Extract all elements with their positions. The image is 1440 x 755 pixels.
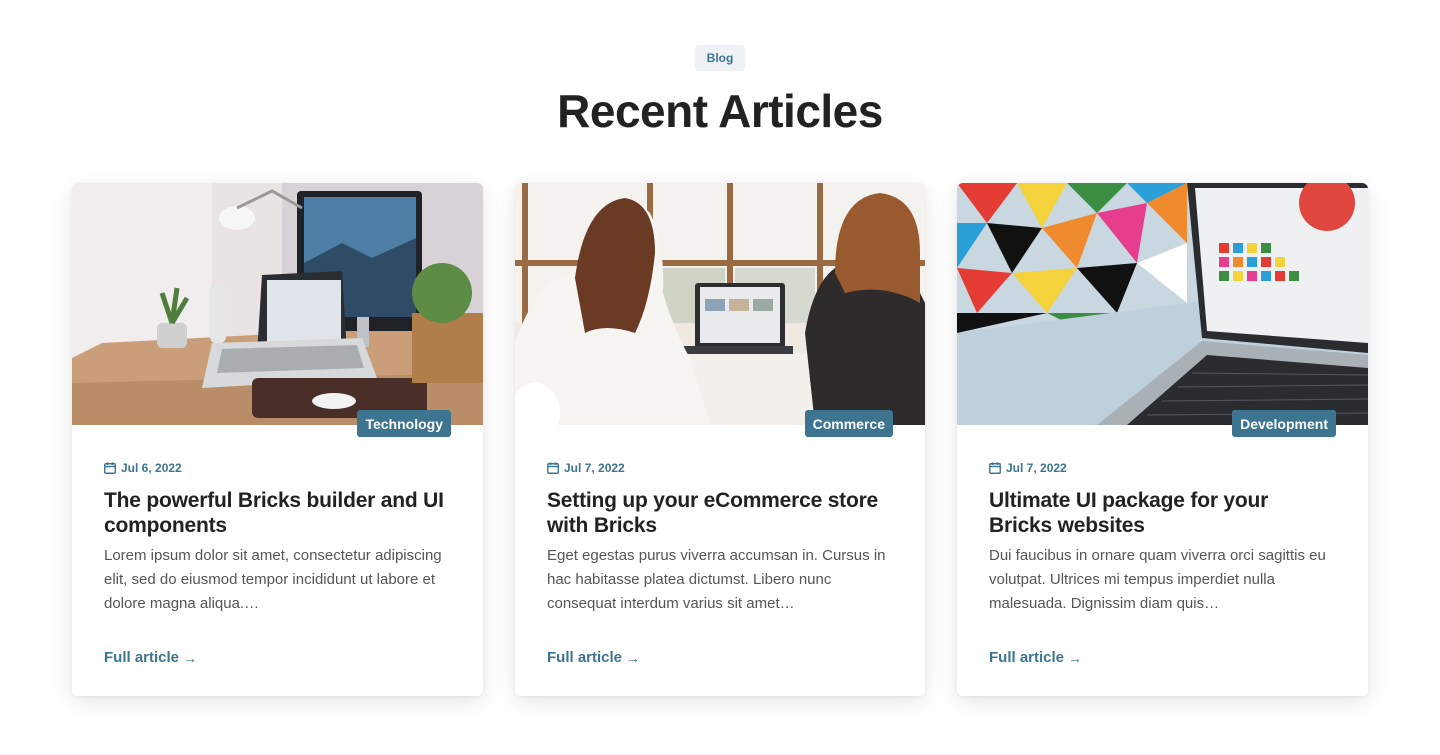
- post-date: Jul 6, 2022: [104, 460, 451, 476]
- article-excerpt: Dui faucibus in ornare quam viverra orci…: [989, 547, 1326, 612]
- category-tag[interactable]: Development: [1232, 410, 1336, 437]
- full-article-link[interactable]: Full article →: [104, 649, 197, 666]
- laptop-photo: [957, 183, 1368, 425]
- article-title[interactable]: The powerful Bricks builder and UI compo…: [104, 488, 451, 538]
- blog-badge: Blog: [695, 45, 745, 71]
- category-tag[interactable]: Commerce: [804, 410, 893, 437]
- calendar-icon: [104, 462, 116, 474]
- full-article-label: Full article: [104, 649, 180, 666]
- article-card[interactable]: Technology Jul 6, 2022 The powerful Bric…: [72, 183, 483, 696]
- category-tag[interactable]: Technology: [357, 410, 451, 437]
- post-date-text: Jul 7, 2022: [564, 461, 625, 475]
- post-date-text: Jul 7, 2022: [1006, 461, 1067, 475]
- arrow-right-icon: →: [626, 649, 641, 666]
- full-article-label: Full article: [547, 649, 623, 666]
- article-image[interactable]: [72, 183, 483, 425]
- arrow-right-icon: →: [1068, 649, 1083, 666]
- article-image[interactable]: [957, 183, 1368, 425]
- post-date: Jul 7, 2022: [547, 460, 893, 476]
- article-title[interactable]: Ultimate UI package for your Bricks webs…: [989, 488, 1336, 538]
- office-photo: [515, 183, 925, 425]
- article-card[interactable]: Development Jul 7, 2022 Ultimate UI pack…: [957, 183, 1368, 696]
- article-title[interactable]: Setting up your eCommerce store with Bri…: [547, 488, 893, 538]
- article-card[interactable]: Commerce Jul 7, 2022 Setting up your eCo…: [515, 183, 925, 696]
- calendar-icon: [989, 462, 1001, 474]
- recent-articles-section: Blog Recent Articles Technology Jul 6, 2…: [0, 0, 1440, 755]
- post-date-text: Jul 6, 2022: [121, 461, 182, 475]
- article-image[interactable]: [515, 183, 925, 425]
- calendar-icon: [547, 462, 559, 474]
- article-excerpt: Lorem ipsum dolor sit amet, consectetur …: [104, 547, 442, 612]
- desk-photo: [72, 183, 483, 425]
- full-article-link[interactable]: Full article →: [989, 649, 1082, 666]
- post-date: Jul 7, 2022: [989, 460, 1336, 476]
- article-excerpt: Eget egestas purus viverra accumsan in. …: [547, 547, 886, 612]
- arrow-right-icon: →: [183, 649, 198, 666]
- section-title: Recent Articles: [557, 85, 883, 137]
- full-article-label: Full article: [989, 649, 1065, 666]
- full-article-link[interactable]: Full article →: [547, 649, 640, 666]
